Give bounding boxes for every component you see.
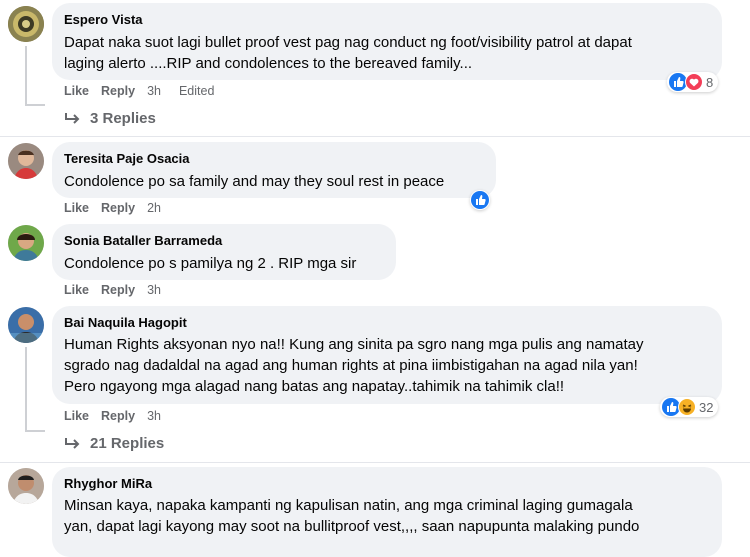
like-button[interactable]: Like (64, 283, 89, 297)
comment-author[interactable]: Rhyghor MiRa (64, 475, 710, 492)
comment-text-line: Minsan kaya, napaka kampanti ng kapulisa… (64, 497, 633, 514)
reply-button[interactable]: Reply (101, 409, 135, 423)
reply-button[interactable]: Reply (101, 201, 135, 215)
thread-line (25, 46, 27, 106)
replies-count: 21 Replies (90, 435, 165, 452)
comment-text-line: Dapat naka suot lagi bullet proof vest p… (64, 34, 632, 51)
love-reaction-icon (685, 73, 703, 91)
avatar[interactable] (8, 143, 44, 179)
comment-text-line: sgrado nag dadaldal na agad ang human ri… (64, 357, 638, 374)
comment-text-line: Human Rights aksyonan nyo na!! Kung ang … (64, 336, 644, 353)
replies-count: 3 Replies (90, 110, 156, 127)
thread-line (25, 347, 27, 432)
divider (0, 462, 750, 463)
comment-bubble: Sonia Bataller Barrameda Condolence po s… (52, 224, 396, 280)
comment-actions: Like Reply 3h (64, 409, 161, 423)
reaction-summary[interactable]: 8 (667, 72, 719, 92)
profile-photo-icon (8, 225, 44, 261)
reply-button[interactable]: Reply (101, 84, 135, 98)
avatar[interactable] (8, 6, 44, 42)
view-replies-link[interactable]: 3 Replies (64, 110, 156, 127)
timestamp[interactable]: 3h (147, 84, 161, 98)
comment-text-line: Condolence po sa family and may they sou… (64, 173, 445, 190)
reply-arrow-icon (65, 112, 80, 124)
profile-photo-icon (8, 143, 44, 179)
like-button[interactable]: Like (64, 201, 89, 215)
profile-photo-icon (8, 307, 44, 343)
profile-photo-icon (8, 468, 44, 504)
like-reaction-icon (471, 191, 489, 209)
police-badge-icon (8, 6, 44, 42)
comment-author[interactable]: Sonia Bataller Barrameda (64, 232, 384, 249)
comment-bubble: Rhyghor MiRa Minsan kaya, napaka kampant… (52, 467, 722, 557)
comment-author[interactable]: Bai Naquila Hagopit (64, 314, 710, 331)
avatar[interactable] (8, 307, 44, 343)
comment-actions: Like Reply 3h (64, 283, 161, 297)
comment-actions: Like Reply 3h Edited (64, 84, 214, 98)
reaction-summary[interactable]: 32 (660, 397, 719, 417)
comment-text-line: Condolence po s pamilya ng 2 . RIP mga s… (64, 255, 357, 272)
timestamp[interactable]: 2h (147, 201, 161, 215)
divider (0, 136, 750, 137)
avatar[interactable] (8, 468, 44, 504)
comment-bubble: Teresita Paje Osacia Condolence po sa fa… (52, 142, 496, 198)
comment-author[interactable]: Espero Vista (64, 11, 710, 28)
like-button[interactable]: Like (64, 409, 89, 423)
comment-text-line: Pero ngayong mga alagad nang batas ang n… (64, 378, 565, 395)
comment-bubble: Bai Naquila Hagopit Human Rights aksyona… (52, 306, 722, 404)
reply-button[interactable]: Reply (101, 283, 135, 297)
timestamp[interactable]: 3h (147, 283, 161, 297)
comment-author[interactable]: Teresita Paje Osacia (64, 150, 484, 167)
view-replies-link[interactable]: 21 Replies (64, 435, 164, 452)
reply-arrow-icon (65, 437, 80, 449)
timestamp[interactable]: 3h (147, 409, 161, 423)
haha-reaction-icon (678, 398, 696, 416)
edited-label: Edited (178, 84, 215, 98)
comment-text-line: yan, dapat lagi kayong may soot na bulli… (64, 518, 640, 535)
comment-actions: Like Reply 2h (64, 201, 161, 215)
reaction-summary[interactable] (470, 190, 490, 210)
reaction-count: 8 (706, 74, 714, 90)
comment-text-line: laging alerto ....RIP and condolences to… (64, 55, 473, 72)
thread-line (25, 104, 45, 106)
comment-bubble: Espero Vista Dapat naka suot lagi bullet… (52, 3, 722, 80)
reaction-count: 32 (699, 399, 714, 415)
like-button[interactable]: Like (64, 84, 89, 98)
thread-line (25, 430, 45, 432)
avatar[interactable] (8, 225, 44, 261)
